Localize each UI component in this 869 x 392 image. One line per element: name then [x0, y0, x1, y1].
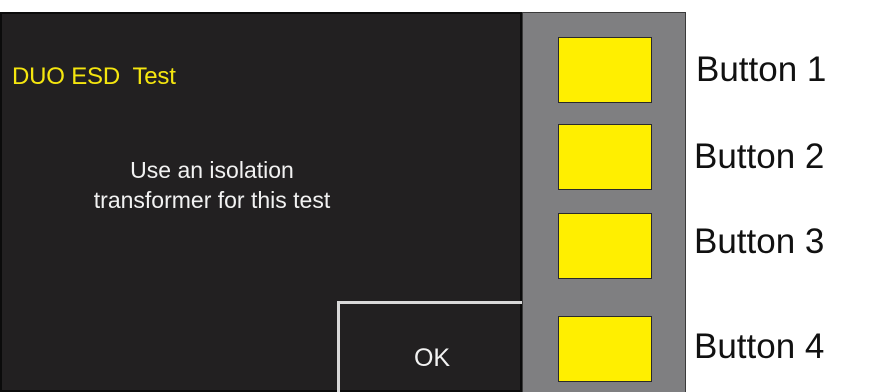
device-diagram: DUO ESD Test Use an isolation transforme… [0, 0, 869, 392]
message-line-2: transformer for this test [93, 187, 331, 213]
hardware-button-1[interactable] [558, 37, 652, 103]
ok-button[interactable]: OK [337, 301, 524, 392]
message-line-1: Use an isolation [130, 157, 294, 183]
screen-message: Use an isolation transformer for this te… [62, 155, 362, 215]
ok-button-label: OK [413, 344, 451, 372]
hardware-button-4[interactable] [558, 316, 652, 382]
hardware-button-1-label: Button 1 [696, 50, 827, 89]
hardware-button-2-label: Button 2 [694, 137, 825, 176]
screen-title: DUO ESD Test [12, 63, 176, 90]
hardware-button-4-label: Button 4 [694, 327, 825, 366]
hardware-button-3[interactable] [558, 213, 652, 279]
hardware-button-2[interactable] [558, 124, 652, 190]
device-screen: DUO ESD Test Use an isolation transforme… [0, 12, 524, 392]
hardware-button-3-label: Button 3 [694, 222, 825, 261]
